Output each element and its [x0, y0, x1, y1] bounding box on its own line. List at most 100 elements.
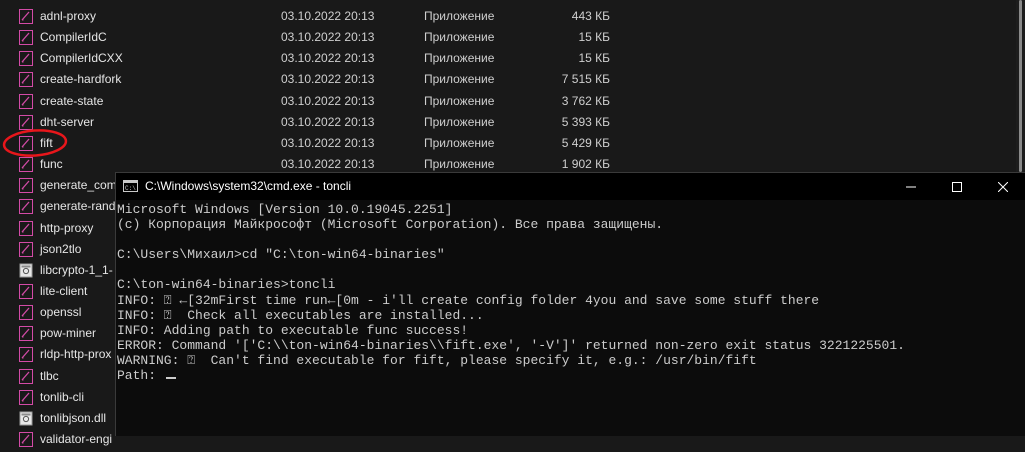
app-icon — [19, 220, 33, 236]
file-row[interactable]: create-state 03.10.2022 20:13 Приложение 3 … — [0, 91, 1025, 112]
file-name: tonlibjson.dll — [40, 410, 107, 425]
file-date: 03.10.2022 20:13 — [281, 51, 375, 66]
file-name: libcrypto-1_1- — [40, 262, 113, 277]
file-date: 03.10.2022 20:13 — [281, 114, 375, 129]
close-icon — [998, 182, 1008, 192]
file-row[interactable]: dht-server 03.10.2022 20:13 Приложение 5 39… — [0, 112, 1025, 133]
file-name: validator-engi — [40, 432, 113, 446]
vertical-scrollbar[interactable] — [1016, 0, 1025, 172]
app-icon — [19, 241, 33, 257]
file-row[interactable]: fift 03.10.2022 20:13 Приложение 5 429 КБ — [0, 133, 1025, 154]
console-line: INFO: Adding path to executable func suc… — [116, 323, 1025, 338]
file-size: 5 393 КБ — [561, 114, 610, 129]
file-date: 03.10.2022 20:13 — [281, 135, 375, 150]
console-line-text: C:\ton-win64-binaries>toncli — [117, 277, 336, 293]
file-size: 443 КБ — [571, 9, 610, 23]
scrollbar-thumb[interactable] — [1019, 0, 1022, 172]
app-icon — [19, 93, 33, 109]
file-size: 1 902 КБ — [561, 157, 610, 172]
app-icon — [19, 51, 33, 67]
console-output[interactable]: Microsoft Windows [Version 10.0.19045.22… — [116, 202, 1025, 437]
file-name: http-proxy — [40, 220, 94, 235]
file-row[interactable]: adnl-proxy 03.10.2022 20:13 Приложение 443 … — [0, 6, 1025, 27]
app-icon — [19, 389, 33, 405]
app-icon — [19, 199, 33, 215]
file-size: 3 762 КБ — [561, 93, 610, 108]
file-date: 03.10.2022 20:13 — [281, 93, 375, 108]
console-line-text: Path: — [117, 368, 164, 384]
file-date: 03.10.2022 20:13 — [281, 72, 375, 87]
maximize-icon — [952, 182, 962, 192]
console-line: (c) Корпорация Майкрософт (Microsoft Cor… — [116, 217, 1025, 232]
file-type: Приложение — [424, 72, 495, 87]
file-name: tonlib-cli — [40, 389, 85, 404]
file-date: 03.10.2022 20:13 — [281, 157, 375, 172]
red-circle-annotation — [2, 129, 68, 157]
file-name: CompilerIdCXX — [40, 51, 123, 66]
console-line-text: Microsoft Windows [Version 10.0.19045.22… — [117, 202, 453, 217]
app-icon — [19, 368, 33, 384]
file-size: 15 КБ — [578, 30, 610, 45]
file-type: Приложение — [424, 9, 495, 23]
app-icon — [19, 178, 33, 194]
file-name: lite-client — [40, 283, 88, 298]
app-icon — [19, 305, 33, 321]
file-type: Приложение — [424, 114, 495, 129]
file-name: create-hardfork — [40, 72, 122, 87]
file-date: 03.10.2022 20:13 — [281, 30, 375, 45]
file-type: Приложение — [424, 51, 495, 66]
console-line: Path: — [116, 368, 1025, 383]
dll-icon — [19, 411, 33, 426]
console-line-text: INFO: ⍰ Check all executables are instal… — [117, 307, 484, 323]
file-row[interactable]: create-hardfork 03.10.2022 20:13 Приложени… — [0, 69, 1025, 90]
file-name: create-state — [40, 93, 104, 108]
console-line: WARNING: ⍰ Can't find executable for fif… — [116, 353, 1025, 368]
console-line-text: INFO: ⍰ ←[32mFirst time run←[0m - i'll c… — [117, 292, 820, 308]
console-line-text: ERROR: Command '['C:\\ton-win64-binaries… — [117, 337, 905, 353]
dll-icon — [19, 263, 33, 278]
app-icon — [19, 157, 33, 173]
cmd-app-icon: C:\ — [123, 180, 138, 192]
file-name: generate_com — [40, 178, 117, 193]
svg-text:C:\: C:\ — [125, 185, 136, 192]
text-cursor — [165, 377, 176, 380]
console-line: Microsoft Windows [Version 10.0.19045.22… — [116, 202, 1025, 217]
app-icon — [19, 326, 33, 342]
file-name: tlbc — [40, 368, 59, 383]
app-icon — [19, 432, 33, 447]
console-line: ERROR: Command '['C:\\ton-win64-binaries… — [116, 338, 1025, 353]
cmd-window[interactable]: C:\ C:\Windows\system32\cmd.exe - toncli… — [115, 172, 1025, 436]
app-icon — [19, 30, 33, 46]
file-name: rldp-http-prox — [40, 347, 112, 362]
cmd-titlebar[interactable]: C:\ C:\Windows\system32\cmd.exe - toncli — [116, 173, 1025, 200]
close-button[interactable] — [980, 173, 1025, 200]
file-name: openssl — [40, 305, 82, 320]
file-date: 03.10.2022 20:13 — [281, 9, 375, 23]
app-icon — [19, 347, 33, 363]
console-line-text: WARNING: ⍰ Can't find executable for fif… — [117, 352, 757, 368]
file-name: func — [40, 157, 63, 172]
file-row[interactable]: CompilerIdC 03.10.2022 20:13 Приложение 15 … — [0, 27, 1025, 48]
console-line: C:\ton-win64-binaries>toncli — [116, 277, 1025, 292]
console-line-text: INFO: Adding path to executable func suc… — [117, 322, 469, 338]
minimize-icon — [906, 186, 916, 188]
maximize-button[interactable] — [934, 173, 980, 200]
file-name: dht-server — [40, 114, 95, 129]
file-type: Приложение — [424, 93, 495, 108]
file-size: 7 515 КБ — [561, 72, 610, 87]
app-icon — [19, 9, 33, 24]
console-line: INFO: ⍰ ←[32mFirst time run←[0m - i'll c… — [116, 293, 1025, 308]
file-type: Приложение — [424, 135, 495, 150]
minimize-button[interactable] — [888, 173, 934, 200]
file-row[interactable]: CompilerIdCXX 03.10.2022 20:13 Приложение 1… — [0, 48, 1025, 69]
file-name: adnl-proxy — [40, 9, 97, 23]
file-name: generate-rand — [40, 199, 116, 214]
file-name: CompilerIdC — [40, 30, 107, 45]
app-icon — [19, 283, 33, 299]
file-name: pow-miner — [40, 326, 97, 341]
console-line-text: (c) Корпорация Майкрософт (Microsoft Cor… — [117, 217, 664, 233]
app-icon — [19, 72, 33, 88]
file-size: 15 КБ — [578, 51, 610, 66]
